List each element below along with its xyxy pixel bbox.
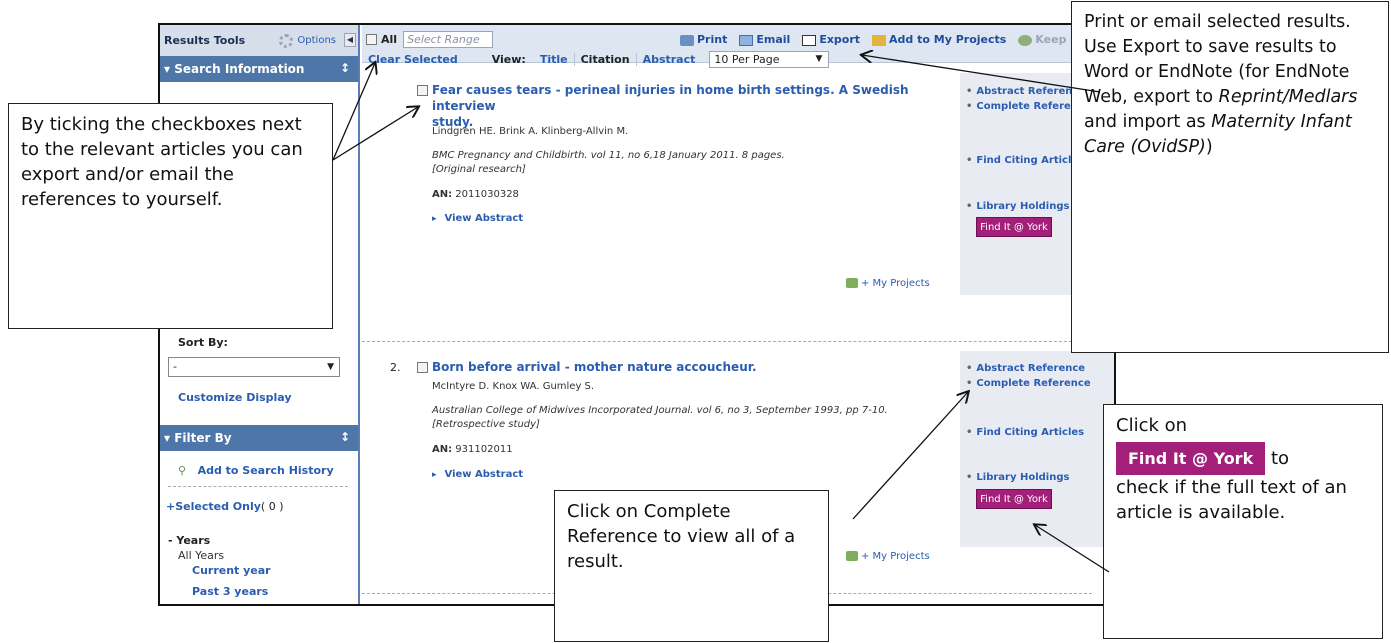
arrow [852,392,968,520]
arrow [862,55,1101,93]
arrow [1035,525,1110,573]
arrow [332,63,375,161]
arrow [332,107,418,161]
callout-arrows [332,0,1110,573]
